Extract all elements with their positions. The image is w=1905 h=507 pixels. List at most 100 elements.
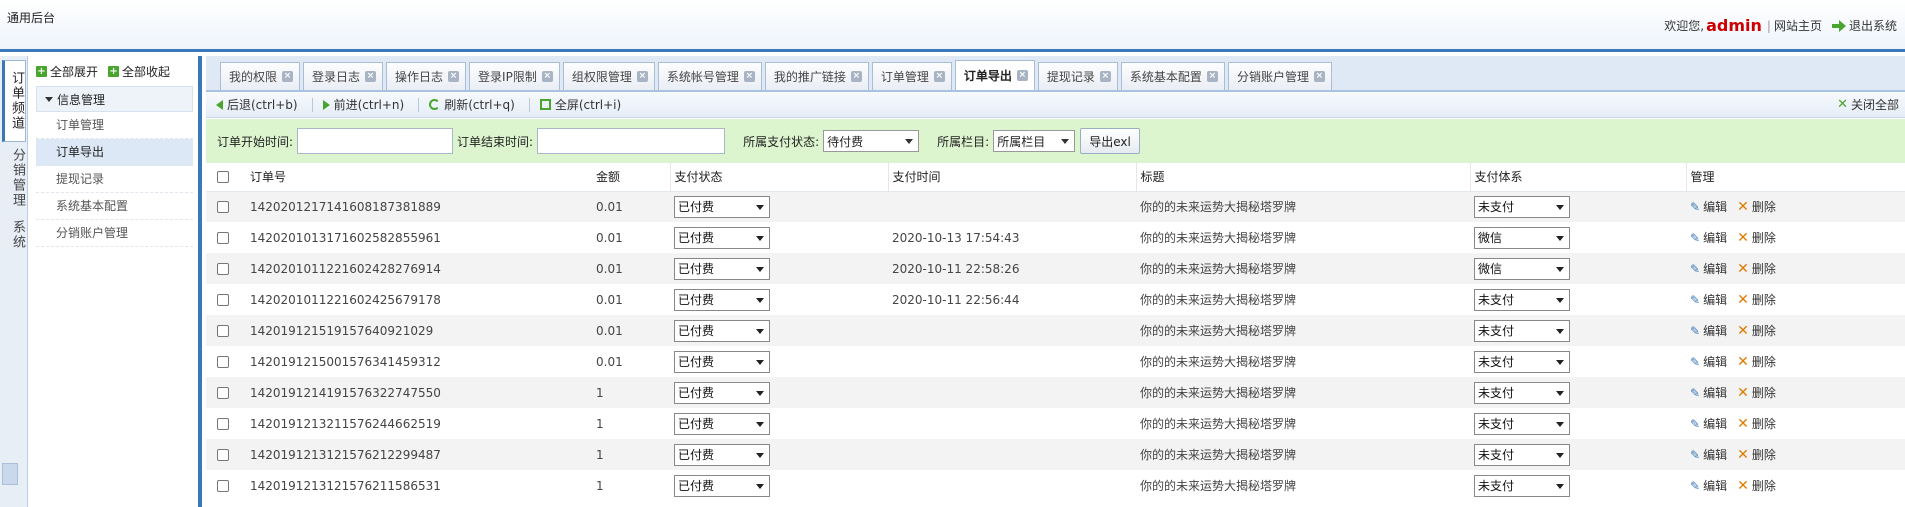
edit-button[interactable]: ✎ 编辑 xyxy=(1690,446,1727,463)
tab-close-icon[interactable]: × xyxy=(1313,71,1325,82)
pay-status-select[interactable]: 已付费 xyxy=(674,195,770,218)
export-excel-button[interactable]: 导出exl xyxy=(1080,128,1140,154)
row-checkbox[interactable] xyxy=(217,449,229,461)
tab-item[interactable]: 登录日志 × xyxy=(303,62,384,90)
pay-status-select[interactable]: 已付费 xyxy=(674,226,770,249)
menu-item-system-config[interactable]: 系统基本配置 xyxy=(36,193,193,220)
pay-system-select[interactable]: 未支付 xyxy=(1474,412,1570,435)
row-checkbox[interactable] xyxy=(217,480,229,492)
pay-status-select[interactable]: 已付费 xyxy=(674,412,770,435)
pay-system-select[interactable]: 未支付 xyxy=(1474,195,1570,218)
pay-system-select[interactable]: 微信 xyxy=(1474,226,1570,249)
edit-button[interactable]: ✎ 编辑 xyxy=(1690,260,1727,277)
pay-status-select[interactable]: 已付费 xyxy=(674,474,770,497)
tab-close-icon[interactable]: × xyxy=(850,71,862,82)
end-time-input[interactable] xyxy=(537,128,726,154)
delete-button[interactable]: ✕ 删除 xyxy=(1737,322,1776,339)
tab-close-icon[interactable]: × xyxy=(933,71,945,82)
tab-close-icon[interactable]: × xyxy=(541,71,553,82)
delete-button[interactable]: ✕ 删除 xyxy=(1737,291,1776,308)
edit-button[interactable]: ✎ 编辑 xyxy=(1690,322,1727,339)
row-checkbox[interactable] xyxy=(217,325,229,337)
edit-button[interactable]: ✎ 编辑 xyxy=(1690,384,1727,401)
row-checkbox[interactable] xyxy=(217,356,229,368)
pay-system-select[interactable]: 未支付 xyxy=(1474,381,1570,404)
tab-close-icon[interactable]: × xyxy=(282,71,294,82)
tab-item[interactable]: 提现记录 × xyxy=(1037,62,1118,90)
delete-button[interactable]: ✕ 删除 xyxy=(1737,384,1776,401)
tab-item[interactable]: 订单管理 × xyxy=(871,62,952,90)
orders-table: 订单号 金额 支付状态 支付时间 标题 支付体系 管理 142020121714… xyxy=(206,163,1905,501)
tab-close-icon[interactable]: × xyxy=(743,71,755,82)
pay-system-select[interactable]: 未支付 xyxy=(1474,288,1570,311)
edit-button[interactable]: ✎ 编辑 xyxy=(1690,291,1727,308)
menu-group-info[interactable]: 信息管理 xyxy=(36,86,193,112)
pay-system-select[interactable]: 未支付 xyxy=(1474,319,1570,342)
menu-item-order-manage[interactable]: 订单管理 xyxy=(36,112,193,139)
menu-item-distribution-accounts[interactable]: 分销账户管理 xyxy=(36,220,193,247)
delete-button[interactable]: ✕ 删除 xyxy=(1737,477,1776,494)
channel-tab-order[interactable]: 订单频道 xyxy=(2,60,26,142)
tab-item[interactable]: 系统帐号管理 × xyxy=(657,62,762,90)
delete-button[interactable]: ✕ 删除 xyxy=(1737,229,1776,246)
collapse-all-button[interactable]: + 全部收起 xyxy=(108,63,170,80)
close-all-button[interactable]: ✕ 关闭全部 xyxy=(1837,96,1899,113)
tab-item[interactable]: 组权限管理 × xyxy=(562,62,655,90)
row-checkbox[interactable] xyxy=(217,418,229,430)
row-checkbox[interactable] xyxy=(217,387,229,399)
row-checkbox[interactable] xyxy=(217,232,229,244)
pay-status-select[interactable]: 已付费 xyxy=(674,319,770,342)
pay-system-select[interactable]: 未支付 xyxy=(1474,443,1570,466)
row-checkbox[interactable] xyxy=(217,201,229,214)
tab-item[interactable]: 订单导出 × xyxy=(954,60,1035,90)
edit-button[interactable]: ✎ 编辑 xyxy=(1690,415,1727,432)
pay-status-select[interactable]: 已付费 xyxy=(674,257,770,280)
tab-item[interactable]: 我的权限 × xyxy=(220,62,301,90)
tab-close-icon[interactable]: × xyxy=(1206,71,1218,82)
tab-close-icon[interactable]: × xyxy=(365,71,377,82)
start-time-input[interactable] xyxy=(297,128,454,154)
tab-item[interactable]: 我的推广链接 × xyxy=(764,62,869,90)
tab-item[interactable]: 登录IP限制 × xyxy=(469,62,560,90)
fullscreen-button[interactable]: 全屏(ctrl+i) xyxy=(539,96,621,113)
channel-tab-distribution[interactable]: 分销管理 xyxy=(2,142,26,214)
refresh-button[interactable]: 刷新(ctrl+q) xyxy=(429,96,515,113)
pay-status-filter-select[interactable]: 待付费 xyxy=(823,130,920,152)
column-filter-select[interactable]: 所属栏目 xyxy=(993,130,1076,152)
menu-item-withdraw-records[interactable]: 提现记录 xyxy=(36,166,193,193)
delete-button[interactable]: ✕ 删除 xyxy=(1737,446,1776,463)
delete-button[interactable]: ✕ 删除 xyxy=(1737,198,1776,215)
edit-button[interactable]: ✎ 编辑 xyxy=(1690,229,1727,246)
forward-button[interactable]: 前进(ctrl+n) xyxy=(322,96,404,113)
delete-button[interactable]: ✕ 删除 xyxy=(1737,260,1776,277)
delete-button[interactable]: ✕ 删除 xyxy=(1737,353,1776,370)
expand-all-button[interactable]: + 全部展开 xyxy=(36,63,98,80)
edit-button[interactable]: ✎ 编辑 xyxy=(1690,353,1727,370)
delete-button[interactable]: ✕ 删除 xyxy=(1737,415,1776,432)
edit-button[interactable]: ✎ 编辑 xyxy=(1690,477,1727,494)
row-checkbox[interactable] xyxy=(217,263,229,275)
back-button[interactable]: 后退(ctrl+b) xyxy=(216,96,298,113)
pay-status-select[interactable]: 已付费 xyxy=(674,381,770,404)
logout-link[interactable]: 退出系统 xyxy=(1849,17,1897,34)
pay-system-select[interactable]: 未支付 xyxy=(1474,350,1570,373)
tab-item[interactable]: 系统基本配置 × xyxy=(1120,62,1225,90)
pay-status-select[interactable]: 已付费 xyxy=(674,443,770,466)
pay-status-select[interactable]: 已付费 xyxy=(674,288,770,311)
menu-item-order-export[interactable]: 订单导出 xyxy=(36,139,193,166)
tab-close-icon[interactable]: × xyxy=(636,71,648,82)
edit-button[interactable]: ✎ 编辑 xyxy=(1690,198,1727,215)
site-home-link[interactable]: 网站主页 xyxy=(1774,17,1822,34)
row-checkbox[interactable] xyxy=(217,294,229,306)
pay-status-select[interactable]: 已付费 xyxy=(674,350,770,373)
pay-system-select[interactable]: 未支付 xyxy=(1474,474,1570,497)
select-all-checkbox[interactable] xyxy=(217,171,229,184)
tab-item[interactable]: 分销账户管理 × xyxy=(1227,62,1332,90)
tab-close-icon[interactable]: × xyxy=(448,71,460,82)
channel-toggle-button[interactable] xyxy=(2,463,18,485)
channel-tab-system[interactable]: 系统 xyxy=(2,214,26,256)
tab-item[interactable]: 操作日志 × xyxy=(386,62,467,90)
pay-system-select[interactable]: 微信 xyxy=(1474,257,1570,280)
tab-close-icon[interactable]: × xyxy=(1099,71,1111,82)
tab-close-icon[interactable]: × xyxy=(1016,70,1028,81)
